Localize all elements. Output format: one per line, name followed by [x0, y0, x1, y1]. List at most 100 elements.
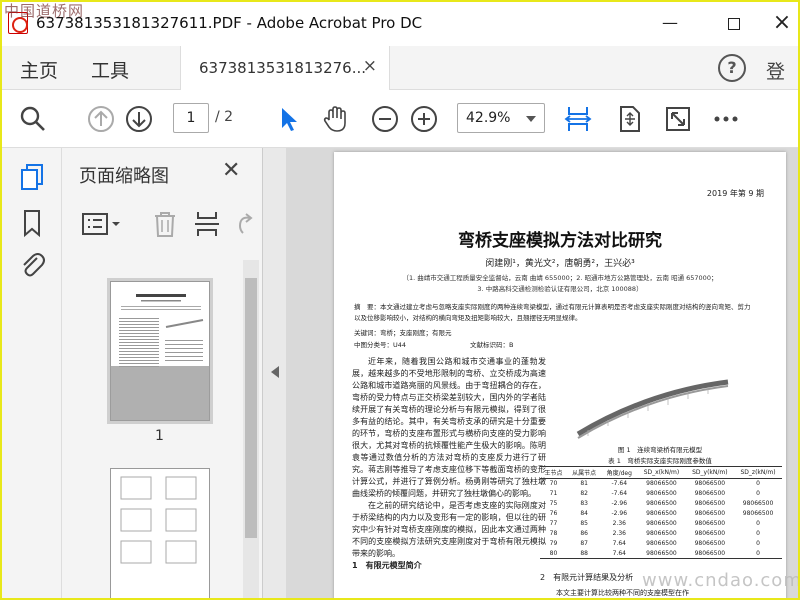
previous-page-icon[interactable]: [86, 104, 116, 134]
page-thumbnails-icon[interactable]: [17, 162, 47, 192]
table-row: 77 85 2.36 98066500 98066500 0: [540, 519, 782, 529]
close-tab-icon[interactable]: ×: [363, 56, 377, 76]
menu-bar: 主页 工具 6373813531813276... × ? 登录: [2, 46, 798, 110]
thumbnail-scrollbar-thumb[interactable]: [245, 278, 257, 538]
thumbnail-scrollbar[interactable]: [243, 260, 259, 598]
toolbar: 1 / 2 42.9%: [2, 90, 798, 148]
search-icon[interactable]: [18, 104, 48, 134]
zoom-out-icon[interactable]: [370, 104, 400, 134]
classification-number: 中图分类号：U44: [354, 341, 407, 349]
table-row: 75 83 -2.96 98066500 98066500 98066500: [540, 499, 782, 509]
zoom-value: 42.9%: [466, 110, 511, 126]
page-number-input[interactable]: 1: [173, 103, 209, 133]
document-tab[interactable]: 6373813531813276... ×: [180, 46, 390, 90]
table-cell: 7.64: [612, 540, 626, 547]
table-cell: -2.96: [611, 500, 628, 507]
table-header: 王节点: [540, 466, 567, 479]
bridge-model-figure: [576, 379, 729, 439]
hand-tool-icon[interactable]: [320, 104, 350, 134]
table-header: 角度/deg: [601, 466, 638, 479]
more-options-icon[interactable]: [711, 104, 741, 134]
table-row: 70 81 -7.64 98066500 98066500 0: [540, 479, 782, 489]
document-id-code: 文献标识码：B: [470, 341, 514, 349]
table-row: 79 87 7.64 98066500 98066500 0: [540, 539, 782, 549]
table-cell: 0: [734, 548, 782, 559]
table-header: SD_z(kN/m): [734, 466, 782, 479]
paper-title: 弯桥支座模拟方法对比研究: [458, 231, 662, 251]
table-cell: 75: [549, 500, 558, 507]
figure-caption: 图 1 连续弯梁桥有限元模型: [617, 446, 703, 454]
stiffness-table: 王节点 从属节点 角度/deg SD_x(kN/m) SD_y(kN/m) SD…: [540, 466, 782, 559]
table-cell: 79: [549, 540, 558, 547]
thumbnails-panel: 页面缩略图 ✕ 1: [62, 148, 262, 598]
table-cell: -7.64: [611, 490, 628, 497]
thumbnails-title: 页面缩略图: [79, 166, 169, 187]
delete-icon[interactable]: [152, 210, 178, 238]
table-cell: 98066500: [694, 540, 726, 547]
close-panel-icon[interactable]: ✕: [222, 158, 240, 183]
pdf-page: 2019 年第 9 期 弯桥支座模拟方法对比研究 闵建刚¹，黄光文²，唐朝勇²，…: [334, 152, 786, 598]
section-2-heading: 2 有限元计算结果及分析: [540, 573, 634, 582]
table-cell: 98066500: [646, 500, 677, 507]
panel-splitter[interactable]: [262, 148, 286, 598]
table-cell: 87: [580, 540, 588, 547]
table-cell: 84: [580, 510, 588, 517]
table-cell: 98066500: [694, 480, 726, 488]
table-cell: 98066500: [694, 530, 726, 537]
title-bar: 中国道桥网 637381353181327611.PDF - Adobe Acr…: [2, 2, 798, 46]
zoom-select[interactable]: 42.9%: [457, 103, 545, 133]
options-menu-icon[interactable]: [82, 212, 122, 236]
table-cell: 0: [756, 520, 760, 527]
help-icon[interactable]: ?: [718, 54, 746, 82]
table-cell: 98066500: [694, 520, 726, 527]
next-page-icon[interactable]: [124, 104, 154, 134]
menu-home[interactable]: 主页: [20, 56, 58, 83]
table-cell: 2.36: [612, 530, 626, 537]
page-thumbnail-2[interactable]: [110, 468, 210, 598]
watermark-bottom: www.cndao.com: [642, 570, 800, 591]
table-cell: 98066500: [637, 548, 686, 559]
acrobat-window: 中国道桥网 637381353181327611.PDF - Adobe Acr…: [0, 0, 800, 600]
table-cell: 80: [540, 548, 567, 559]
table-cell: 76: [549, 510, 558, 517]
select-cursor-icon[interactable]: [274, 104, 304, 134]
fit-page-icon[interactable]: [614, 104, 644, 134]
attachment-icon[interactable]: [17, 250, 47, 280]
table-cell: 98066500: [694, 490, 726, 497]
table-cell: 98066500: [646, 510, 677, 517]
table-cell: 98066500: [742, 510, 774, 517]
table-row: 71 82 -7.64 98066500 98066500 0: [540, 489, 782, 499]
table-cell: 78: [549, 530, 558, 537]
table-header: 从属节点: [566, 466, 602, 479]
issue-label: 2019 年第 9 期: [706, 189, 764, 198]
table-cell: 82: [580, 490, 588, 497]
zoom-in-icon[interactable]: [409, 104, 439, 134]
table-cell: 98066500: [646, 490, 677, 497]
table-cell: 77: [549, 520, 558, 527]
table-row: 78 86 2.36 98066500 98066500 0: [540, 529, 782, 539]
table-cell: 0: [756, 540, 760, 547]
menu-tools[interactable]: 工具: [91, 56, 129, 83]
table-cell: 0: [756, 480, 760, 488]
collapse-panel-icon[interactable]: [271, 366, 279, 378]
table-cell: -7.64: [611, 480, 628, 488]
maximize-button[interactable]: [714, 8, 754, 38]
section-1-heading: 1 有限元模型简介: [352, 561, 422, 570]
table-row: 76 84 -2.96 98066500 98066500 98066500: [540, 509, 782, 519]
bookmark-icon[interactable]: [17, 208, 47, 238]
thumbnail-viewport-overlay[interactable]: [110, 366, 210, 421]
minimize-button[interactable]: —: [650, 8, 690, 38]
close-window-button[interactable]: ×: [762, 8, 798, 38]
table-cell: 83: [580, 500, 588, 507]
thumbnail-preview-image-2: [120, 476, 197, 564]
keywords: 关键词：弯桥；支座刚度；有限元: [354, 329, 452, 337]
extract-page-icon[interactable]: [194, 210, 220, 238]
fit-width-icon[interactable]: [563, 104, 593, 134]
document-view[interactable]: 2019 年第 9 期 弯桥支座模拟方法对比研究 闵建刚¹，黄光文²，唐朝勇²，…: [286, 148, 798, 598]
rotate-icon[interactable]: [234, 212, 256, 236]
table-cell: 98066500: [646, 530, 677, 537]
table-cell: 98066500: [694, 500, 726, 507]
table-cell: 85: [580, 520, 588, 527]
table-cell: 2.36: [612, 520, 626, 527]
full-screen-icon[interactable]: [663, 104, 693, 134]
